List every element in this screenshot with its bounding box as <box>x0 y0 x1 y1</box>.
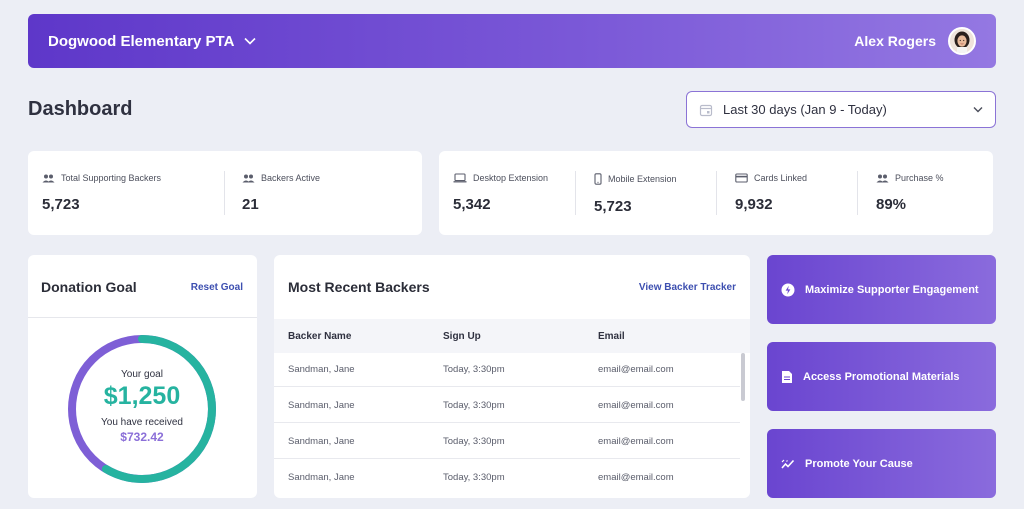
column-header: Sign Up <box>443 331 481 342</box>
stat-value: 5,723 <box>42 196 80 213</box>
email: email@email.com <box>598 364 674 375</box>
credit-card-icon <box>735 173 748 183</box>
backer-name: Sandman, Jane <box>288 400 355 411</box>
mobile-icon <box>594 173 602 185</box>
stat-label: Total Supporting Backers <box>61 173 162 183</box>
avatar[interactable] <box>948 27 976 55</box>
promotional-materials-button[interactable]: Access Promotional Materials <box>767 342 996 411</box>
action-label: Access Promotional Materials <box>803 370 960 383</box>
org-switcher[interactable]: Dogwood Elementary PTA <box>48 33 256 50</box>
stat-label: Backers Active <box>261 173 321 183</box>
stat-purchase-percent: Purchase % 89% <box>862 151 993 235</box>
email: email@email.com <box>598 400 674 411</box>
stat-backers-active: Backers Active 21 <box>228 151 422 235</box>
org-name: Dogwood Elementary PTA <box>48 32 235 50</box>
action-label: Maximize Supporter Engagement <box>805 283 979 296</box>
stat-value: 21 <box>242 196 259 213</box>
received-value: $732.42 <box>120 430 164 444</box>
sign-up: Today, 3:30pm <box>443 400 505 411</box>
maximize-engagement-button[interactable]: Maximize Supporter Engagement <box>767 255 996 324</box>
backer-stats-card: Total Supporting Backers 5,723 Backers A… <box>28 151 422 235</box>
table-row[interactable]: Sandman, Jane Today, 3:30pm email@email.… <box>274 351 740 387</box>
backer-name: Sandman, Jane <box>288 472 355 483</box>
stat-value: 5,723 <box>594 198 632 215</box>
divider <box>857 171 858 215</box>
calendar-icon <box>699 103 713 117</box>
column-header: Email <box>598 331 625 342</box>
date-range-value: Last 30 days (Jan 9 - Today) <box>723 102 887 117</box>
email: email@email.com <box>598 436 674 447</box>
chevron-down-icon <box>244 37 256 45</box>
stat-label: Cards Linked <box>754 173 808 183</box>
table-row[interactable]: Sandman, Jane Today, 3:30pm email@email.… <box>274 423 740 459</box>
trend-icon <box>781 458 795 470</box>
extension-stats-card: Desktop Extension 5,342 Mobile Extension… <box>439 151 993 235</box>
stat-desktop-extension: Desktop Extension 5,342 <box>439 151 575 235</box>
recent-backers-card: Most Recent Backers View Backer Tracker … <box>274 255 750 498</box>
stat-value: 9,932 <box>735 196 773 213</box>
goal-label: Your goal <box>121 369 163 380</box>
top-bar: Dogwood Elementary PTA Alex Rogers <box>28 14 996 68</box>
goal-value: $1,250 <box>103 382 181 410</box>
table-row[interactable]: Sandman, Jane Today, 3:30pm email@email.… <box>274 459 740 495</box>
user-name: Alex Rogers <box>854 33 936 49</box>
stat-cards-linked: Cards Linked 9,932 <box>721 151 857 235</box>
users-icon <box>876 174 889 183</box>
user-menu[interactable]: Alex Rogers <box>854 27 976 55</box>
column-header: Backer Name <box>288 331 352 342</box>
users-icon <box>242 174 255 183</box>
users-icon <box>42 174 55 183</box>
donation-goal-card: Donation Goal Reset Goal Your goal $1,25… <box>28 255 257 498</box>
backer-name: Sandman, Jane <box>288 364 355 375</box>
view-backer-tracker-link[interactable]: View Backer Tracker <box>639 282 736 293</box>
laptop-icon <box>453 173 467 183</box>
reset-goal-link[interactable]: Reset Goal <box>191 282 243 293</box>
stat-value: 89% <box>876 196 907 213</box>
stat-label: Mobile Extension <box>608 174 677 184</box>
page-title: Dashboard <box>28 98 133 120</box>
stat-value: 5,342 <box>453 196 491 213</box>
stat-label: Desktop Extension <box>473 173 549 183</box>
scrollbar[interactable] <box>741 353 745 401</box>
stat-mobile-extension: Mobile Extension 5,723 <box>580 151 716 235</box>
backer-name: Sandman, Jane <box>288 436 355 447</box>
card-title: Most Recent Backers <box>288 279 430 295</box>
divider <box>224 171 225 215</box>
table-row[interactable]: Sandman, Jane Today, 3:30pm email@email.… <box>274 387 740 423</box>
card-title: Donation Goal <box>41 279 137 295</box>
divider <box>716 171 717 215</box>
document-icon <box>781 370 793 384</box>
sign-up: Today, 3:30pm <box>443 364 505 375</box>
sign-up: Today, 3:30pm <box>443 472 505 483</box>
received-label: You have received <box>101 417 183 428</box>
divider <box>28 317 257 318</box>
donation-gauge: Your goal $1,250 You have received $732.… <box>66 333 218 485</box>
action-label: Promote Your Cause <box>805 457 913 470</box>
stat-label: Purchase % <box>895 173 944 183</box>
chevron-down-icon <box>973 106 983 113</box>
divider <box>575 171 576 215</box>
stat-total-backers: Total Supporting Backers 5,723 <box>28 151 224 235</box>
email: email@email.com <box>598 472 674 483</box>
sign-up: Today, 3:30pm <box>443 436 505 447</box>
promote-cause-button[interactable]: Promote Your Cause <box>767 429 996 498</box>
date-range-select[interactable]: Last 30 days (Jan 9 - Today) <box>686 91 996 128</box>
lightning-icon <box>781 283 795 297</box>
